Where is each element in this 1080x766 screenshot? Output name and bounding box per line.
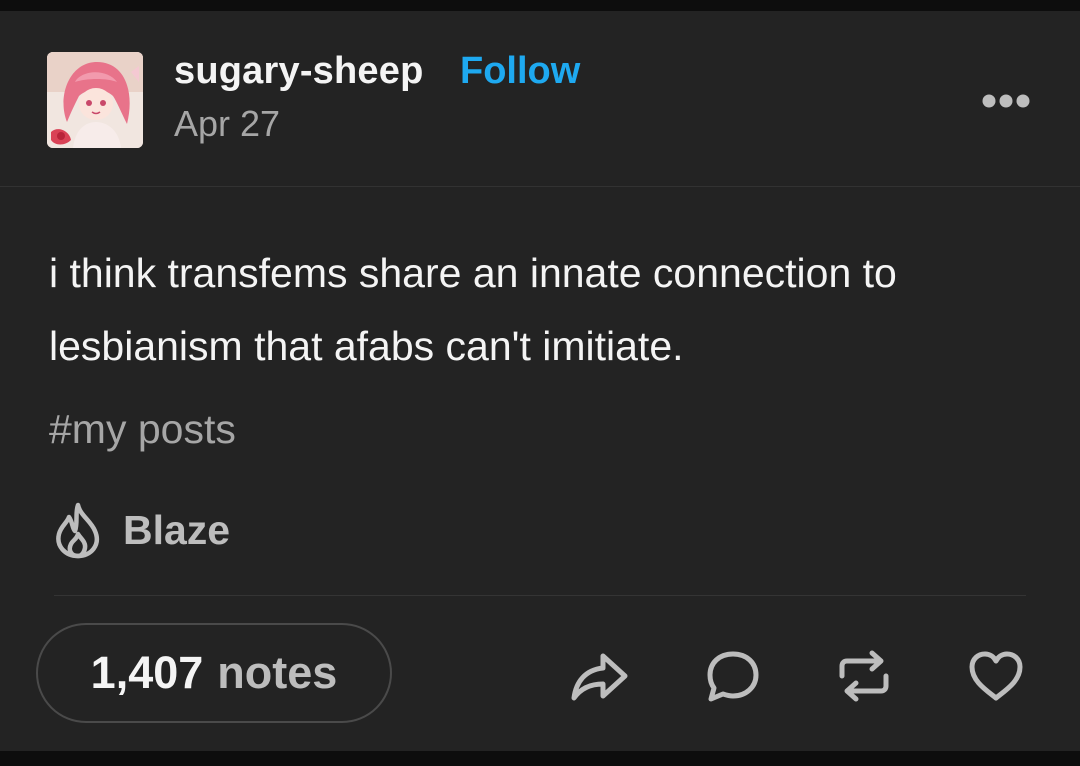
- follow-button[interactable]: Follow: [460, 50, 580, 93]
- notes-button[interactable]: 1,407 notes: [36, 623, 392, 723]
- top-edge: [0, 0, 1080, 11]
- notes-label: notes: [217, 647, 338, 698]
- header-divider: [0, 186, 1080, 187]
- reblog-icon[interactable]: [834, 646, 894, 706]
- post-header: sugary-sheep Follow Apr 27: [0, 11, 1080, 186]
- post-tag[interactable]: #my posts: [49, 406, 236, 453]
- notes-count: 1,407: [90, 647, 204, 698]
- username[interactable]: sugary-sheep: [174, 50, 424, 93]
- tumblr-post-card: sugary-sheep Follow Apr 27 i think trans…: [0, 0, 1080, 766]
- flame-icon: [56, 502, 99, 559]
- bottom-edge: [0, 751, 1080, 766]
- heart-icon[interactable]: [966, 646, 1026, 706]
- blaze-label: Blaze: [123, 506, 231, 553]
- footer-divider: [54, 595, 1026, 596]
- more-options-icon[interactable]: [976, 89, 1036, 113]
- blaze-button[interactable]: Blaze: [51, 500, 230, 560]
- speech-bubble-icon[interactable]: [703, 646, 763, 706]
- post-date[interactable]: Apr 27: [174, 103, 280, 145]
- avatar[interactable]: [47, 52, 143, 148]
- avatar-image: [47, 52, 143, 148]
- post-body: i think transfems share an innate connec…: [49, 250, 897, 369]
- share-arrow-icon[interactable]: [569, 646, 629, 706]
